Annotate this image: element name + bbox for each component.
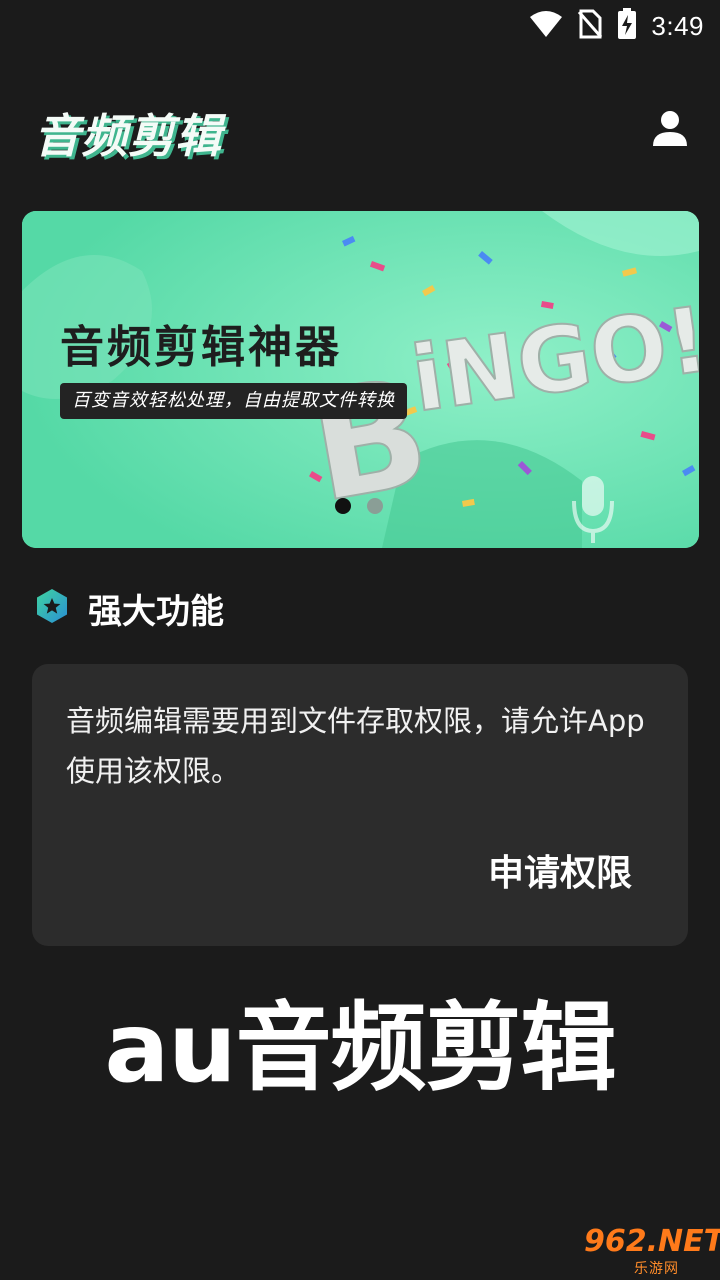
carousel-indicator	[335, 498, 383, 514]
app-header: 音频剪辑	[0, 90, 720, 170]
status-bar: 3:49	[0, 0, 720, 48]
battery-charging-icon	[617, 8, 637, 44]
site-watermark: 962.NET 乐游网	[584, 1224, 720, 1277]
wifi-icon	[529, 10, 563, 42]
watermark-logo: 962.NET	[584, 1224, 720, 1259]
carousel-dot-active[interactable]	[335, 498, 351, 514]
request-permission-button[interactable]: 申请权限	[488, 844, 632, 896]
carousel-dot[interactable]	[367, 498, 383, 514]
permission-card: 音频编辑需要用到文件存取权限，请允许App使用该权限。 申请权限	[32, 664, 688, 946]
caption-overlay: au音频剪辑	[104, 992, 616, 1104]
permission-message: 音频编辑需要用到文件存取权限，请允许App使用该权限。	[66, 704, 645, 788]
status-time: 3:49	[651, 10, 704, 41]
no-sim-icon	[577, 9, 603, 43]
banner-title: 音频剪辑神器	[60, 322, 342, 373]
user-button[interactable]	[650, 108, 690, 148]
promo-banner[interactable]: B iNGO! 音频剪辑神器 百变音效轻松处理，自由提取文件转换	[22, 211, 699, 548]
section-header: 强大功能	[34, 586, 224, 632]
banner-subtitle: 百变音效轻松处理，自由提取文件转换	[60, 383, 407, 419]
app-title: 音频剪辑	[34, 109, 222, 163]
section-title: 强大功能	[88, 591, 224, 632]
watermark-subtext: 乐游网	[634, 1261, 679, 1277]
star-hexagon-icon	[34, 588, 70, 628]
user-icon	[650, 111, 690, 152]
